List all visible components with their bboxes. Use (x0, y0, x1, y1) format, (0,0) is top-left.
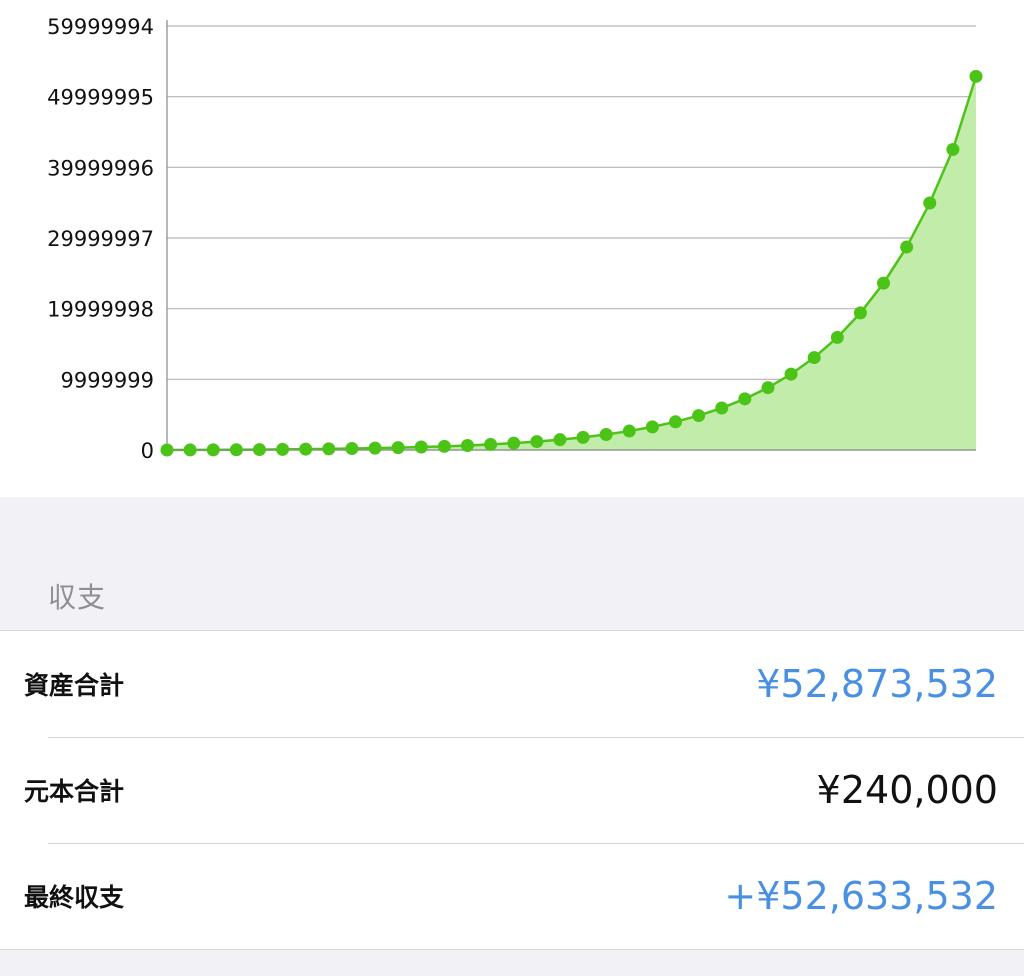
data-point (252, 443, 266, 457)
total-assets-value: ¥52,873,532 (756, 662, 998, 706)
row-label: 最終収支 (24, 883, 125, 912)
data-point (368, 441, 382, 455)
area-fill (167, 76, 976, 450)
data-point (299, 442, 313, 456)
data-point (645, 420, 659, 434)
data-point (830, 330, 844, 344)
data-point (276, 442, 290, 456)
row-total-principal: 元本合計 ¥240,000 (0, 737, 1024, 843)
row-label: 元本合計 (24, 777, 125, 806)
data-point (160, 443, 174, 457)
data-point (784, 367, 798, 381)
data-point (553, 433, 567, 447)
data-point (530, 435, 544, 449)
y-tick-label: 19999998 (47, 298, 154, 322)
data-point (692, 409, 706, 423)
data-point (391, 441, 405, 455)
y-tick-label: 59999994 (47, 15, 154, 39)
data-point (761, 381, 775, 395)
data-point (460, 438, 474, 452)
data-point (599, 428, 613, 442)
y-tick-label: 9999999 (60, 368, 154, 392)
data-point (877, 276, 891, 290)
data-point (946, 142, 960, 156)
data-point (853, 306, 867, 320)
data-point (669, 415, 683, 429)
data-point (715, 401, 729, 415)
section-header-balance: 収支 (48, 581, 107, 614)
row-label: 資産合計 (24, 671, 125, 700)
data-point (807, 351, 821, 365)
data-point (183, 443, 197, 457)
data-point (969, 69, 983, 83)
data-point (738, 392, 752, 406)
chart-svg: 59999994 49999995 39999996 29999997 19999998… (47, 15, 983, 463)
data-point (206, 443, 220, 457)
data-point (322, 442, 336, 456)
data-point (437, 439, 451, 453)
total-principal-value: ¥240,000 (816, 768, 998, 812)
y-tick-label: 0 (141, 439, 154, 463)
data-point (622, 424, 636, 438)
data-point (900, 240, 914, 254)
asset-growth-chart: 59999994 49999995 39999996 29999997 19999998… (0, 0, 1024, 497)
data-point (923, 196, 937, 210)
balance-list: 資産合計 ¥52,873,532 元本合計 ¥240,000 最終収支 +¥52… (0, 630, 1024, 950)
data-point (507, 436, 521, 450)
y-tick-label: 29999997 (47, 227, 154, 251)
data-point (576, 430, 590, 444)
data-point (484, 437, 498, 451)
data-point (345, 442, 359, 456)
y-tick-label: 49999995 (47, 86, 154, 110)
row-total-assets: 資産合計 ¥52,873,532 (0, 631, 1024, 737)
y-tick-label: 39999996 (47, 156, 154, 180)
row-final-balance: 最終収支 +¥52,633,532 (0, 843, 1024, 949)
final-balance-value: +¥52,633,532 (724, 874, 998, 918)
data-point (414, 440, 428, 454)
data-point (229, 443, 243, 457)
